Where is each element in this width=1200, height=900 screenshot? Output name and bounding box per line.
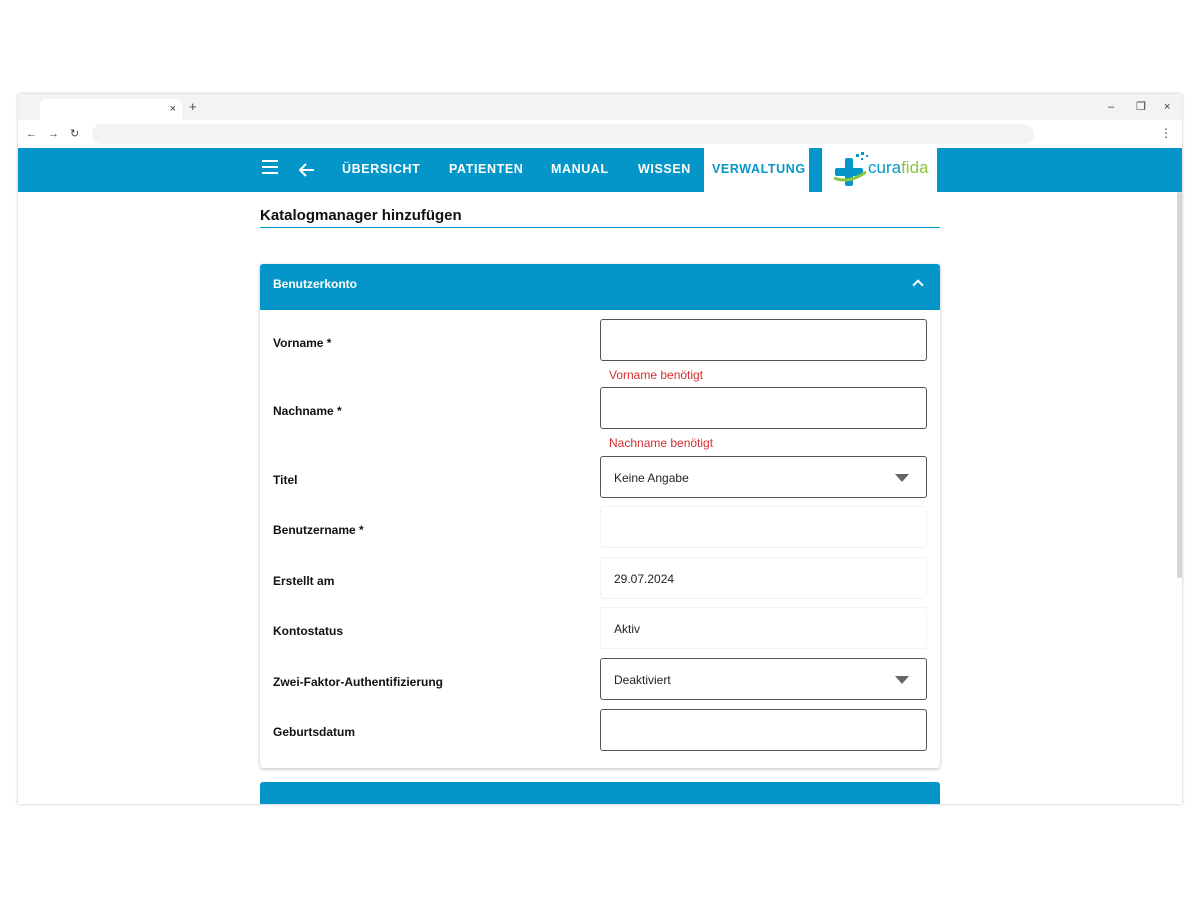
- nav-ubersicht[interactable]: ÜBERSICHT: [342, 159, 420, 179]
- address-bar: ← → ↻ ⋮: [18, 120, 1182, 148]
- vorname-label: Vorname *: [273, 336, 332, 350]
- benutzername-field: [600, 506, 927, 548]
- forward-icon[interactable]: →: [48, 127, 59, 141]
- vorname-error: Vorname benötigt: [609, 368, 704, 382]
- nachname-label: Nachname *: [273, 404, 342, 418]
- next-section-header[interactable]: [260, 782, 940, 804]
- title-divider: [260, 227, 940, 228]
- geburtsdatum-field[interactable]: [600, 709, 927, 751]
- page-title: Katalogmanager hinzufügen: [260, 207, 462, 224]
- dropdown-arrow-icon: [895, 474, 909, 482]
- app-header: ÜBERSICHT PATIENTEN MANUAL WISSEN VERWAL…: [18, 148, 1182, 192]
- browser-tab[interactable]: ×: [40, 99, 182, 120]
- geburtsdatum-label: Geburtsdatum: [273, 725, 356, 739]
- url-input[interactable]: [92, 124, 1034, 144]
- browser-menu-icon[interactable]: ⋮: [1160, 126, 1172, 140]
- nav-verwaltung[interactable]: VERWALTUNG: [704, 148, 809, 192]
- menu-icon[interactable]: [262, 160, 278, 174]
- logo-wordmark: curafida: [868, 158, 929, 177]
- window-close-icon[interactable]: ×: [1164, 100, 1170, 114]
- kontostatus-label: Kontostatus: [273, 624, 343, 638]
- dropdown-arrow-icon: [895, 676, 909, 684]
- vorname-field[interactable]: [600, 319, 927, 361]
- new-tab-icon[interactable]: +: [189, 100, 197, 114]
- tab-close-icon[interactable]: ×: [170, 102, 176, 116]
- nav-wissen[interactable]: WISSEN: [638, 159, 691, 179]
- erstellt-label: Erstellt am: [273, 574, 335, 588]
- reload-icon[interactable]: ↻: [70, 127, 79, 141]
- account-card: Benutzerkonto Vorname * Vorname benötigt…: [260, 264, 940, 768]
- benutzername-label: Benutzername *: [273, 523, 364, 537]
- nachname-error: Nachname benötigt: [609, 436, 714, 450]
- tab-strip: × + – ❐ ×: [18, 94, 1182, 120]
- back-icon[interactable]: ←: [26, 127, 37, 141]
- zwei-faktor-select[interactable]: Deaktiviert: [600, 658, 927, 700]
- restore-icon[interactable]: ❐: [1136, 100, 1146, 114]
- arrow-back-icon[interactable]: [298, 161, 316, 179]
- nav-manual[interactable]: MANUAL: [551, 159, 609, 179]
- chevron-up-icon[interactable]: [912, 279, 924, 291]
- erstellt-field: 29.07.2024: [600, 557, 927, 599]
- section-header[interactable]: Benutzerkonto: [260, 264, 940, 310]
- titel-select[interactable]: Keine Angabe: [600, 456, 927, 498]
- kontostatus-field: Aktiv: [600, 607, 927, 649]
- section-title: Benutzerkonto: [273, 277, 357, 291]
- zwei-faktor-label: Zwei-Faktor-Authentifizierung: [273, 675, 443, 689]
- nav-patienten[interactable]: PATIENTEN: [449, 159, 523, 179]
- minimize-icon[interactable]: –: [1108, 100, 1114, 114]
- page-scrollbar[interactable]: [1177, 192, 1182, 578]
- titel-label: Titel: [273, 473, 298, 487]
- logo-cross-icon: [833, 152, 868, 186]
- curafida-logo[interactable]: curafida: [822, 148, 937, 192]
- browser-window: × + – ❐ × ← → ↻ ⋮ ÜBERSICHT PATIENTEN MA…: [18, 94, 1182, 804]
- nachname-field[interactable]: [600, 387, 927, 429]
